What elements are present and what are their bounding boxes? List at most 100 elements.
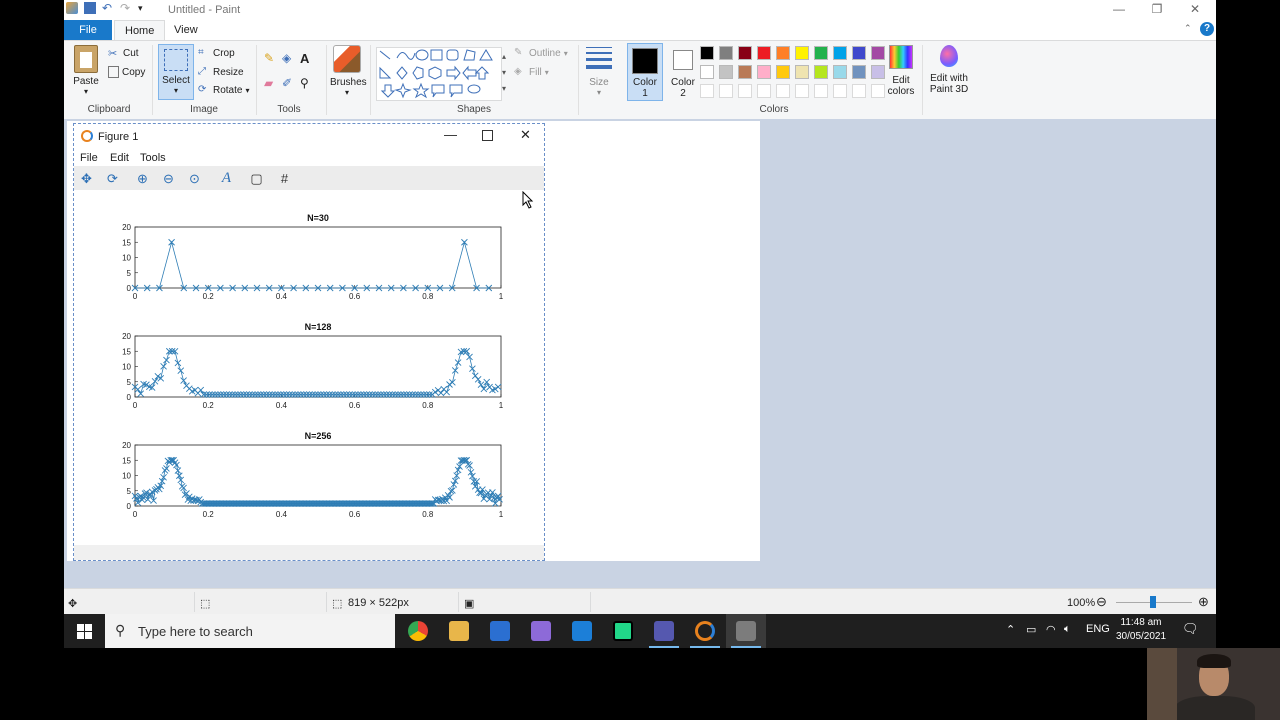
magnifier-icon[interactable]: ⚲: [300, 76, 318, 90]
pasted-figure-window[interactable]: Figure 1 — ✕ File Edit Tools ✥ ⟳ ⊕ ⊖ ⊙ A…: [73, 123, 545, 561]
palette-color-swatch[interactable]: [795, 46, 809, 60]
eraser-icon[interactable]: ▰: [264, 76, 282, 90]
shapes-gallery[interactable]: [376, 47, 502, 101]
palette-color-swatch[interactable]: [833, 46, 847, 60]
cut-button[interactable]: ✂ Cut: [108, 47, 139, 61]
palette-color-swatch[interactable]: [738, 46, 752, 60]
grid-icon[interactable]: #: [276, 170, 293, 187]
zoom-in-button[interactable]: ⊕: [1198, 594, 1209, 610]
teams-icon[interactable]: [654, 621, 674, 641]
palette-color-swatch[interactable]: [852, 46, 866, 60]
mail-icon[interactable]: [572, 621, 592, 641]
tab-file[interactable]: File: [64, 20, 112, 40]
palette-color-swatch[interactable]: [738, 65, 752, 79]
paste-button[interactable]: Paste ▾: [72, 45, 100, 96]
zoom-slider-thumb[interactable]: [1150, 596, 1156, 608]
store-icon[interactable]: [490, 621, 510, 641]
palette-custom-swatch[interactable]: [757, 84, 771, 98]
close-button[interactable]: ✕: [1176, 0, 1214, 20]
copy-button[interactable]: Copy: [108, 66, 145, 78]
palette-color-swatch[interactable]: [757, 46, 771, 60]
palette-custom-swatch[interactable]: [814, 84, 828, 98]
rotate-button[interactable]: ⟳ Rotate ▾: [198, 84, 249, 96]
figure-menu-tools[interactable]: Tools: [140, 152, 166, 164]
taskbar-clock[interactable]: 11:48 am 30/05/2021: [1116, 616, 1166, 644]
volume-icon[interactable]: 🔈︎: [1064, 623, 1071, 636]
palette-color-swatch[interactable]: [814, 46, 828, 60]
figure-menu-edit[interactable]: Edit: [110, 152, 129, 164]
figure-maximize-icon[interactable]: [482, 130, 493, 141]
palette-custom-swatch[interactable]: [719, 84, 733, 98]
show-hidden-icons[interactable]: ⌃: [1006, 623, 1015, 636]
restore-button[interactable]: ❐: [1138, 0, 1176, 20]
figure-menu-file[interactable]: File: [80, 152, 98, 164]
shapes-scroll[interactable]: ▴ ▾ ▾: [502, 49, 506, 97]
language-indicator[interactable]: ENG: [1086, 623, 1110, 635]
palette-custom-swatch[interactable]: [738, 84, 752, 98]
zoom-reset-icon[interactable]: ⊙: [186, 170, 203, 187]
brushes-button[interactable]: Brushes ▾: [330, 45, 367, 97]
battery-icon[interactable]: ▭: [1026, 623, 1036, 636]
file-explorer-icon[interactable]: [449, 621, 469, 641]
palette-color-swatch[interactable]: [776, 46, 790, 60]
color-picker-icon[interactable]: ✐: [282, 76, 300, 90]
fill-button[interactable]: ◈ Fill ▾: [514, 66, 549, 78]
pycharm-icon[interactable]: [613, 621, 633, 641]
zoom-in-icon[interactable]: ⊕: [134, 170, 151, 187]
chrome-icon[interactable]: [408, 621, 428, 641]
size-button[interactable]: Size ▾: [582, 45, 616, 97]
rotate-view-icon[interactable]: ⟳: [104, 170, 121, 187]
palette-color-swatch[interactable]: [776, 65, 790, 79]
figure-minimize-icon[interactable]: —: [444, 127, 457, 142]
palette-custom-swatch[interactable]: [795, 84, 809, 98]
fill-bucket-icon[interactable]: ◈: [282, 51, 300, 66]
palette-color-swatch[interactable]: [700, 65, 714, 79]
minimize-button[interactable]: —: [1100, 0, 1138, 20]
calculator-icon[interactable]: [531, 621, 551, 641]
outline-button[interactable]: ✎ Outline ▾: [514, 47, 568, 59]
color1-button[interactable]: Color 1: [627, 43, 663, 101]
palette-color-swatch[interactable]: [814, 65, 828, 79]
save-icon[interactable]: [84, 2, 96, 14]
palette-color-swatch[interactable]: [719, 65, 733, 79]
palette-color-swatch[interactable]: [852, 65, 866, 79]
select-button[interactable]: Select ▾: [158, 44, 194, 100]
palette-color-swatch[interactable]: [871, 46, 885, 60]
palette-color-swatch[interactable]: [757, 65, 771, 79]
wifi-icon[interactable]: ◠: [1046, 623, 1056, 636]
taskbar-search-box[interactable]: ⚲ Type here to search: [105, 614, 395, 648]
edit-colors-button[interactable]: Edit colors: [884, 45, 918, 97]
figure-close-icon[interactable]: ✕: [520, 127, 531, 143]
tab-view[interactable]: View: [164, 20, 208, 40]
palette-color-swatch[interactable]: [700, 46, 714, 60]
notifications-icon[interactable]: 🗨︎: [1182, 621, 1199, 637]
resize-button[interactable]: ⤢ Resize: [198, 66, 244, 78]
palette-custom-swatch[interactable]: [833, 84, 847, 98]
palette-color-swatch[interactable]: [795, 65, 809, 79]
customize-qat-icon[interactable]: ▾: [138, 2, 150, 14]
text-icon[interactable]: A: [300, 51, 318, 66]
zoom-out-icon[interactable]: ⊖: [160, 170, 177, 187]
crop-button[interactable]: ⌗ Crop: [198, 47, 235, 59]
insert-text-icon[interactable]: A: [218, 170, 235, 187]
tab-home[interactable]: Home: [114, 20, 166, 40]
windows-start-icon[interactable]: [77, 624, 92, 639]
redo-icon[interactable]: ↷: [120, 2, 132, 14]
zoom-out-button[interactable]: ⊖: [1096, 594, 1107, 610]
pan-icon[interactable]: ✥: [78, 170, 95, 187]
palette-color-swatch[interactable]: [719, 46, 733, 60]
palette-custom-swatch[interactable]: [776, 84, 790, 98]
collapse-ribbon-icon[interactable]: ⌃: [1184, 23, 1192, 34]
undo-icon[interactable]: ↶: [102, 2, 114, 14]
edit-with-paint3d-button[interactable]: Edit with Paint 3D: [926, 45, 972, 95]
palette-custom-swatch[interactable]: [871, 84, 885, 98]
help-icon[interactable]: ?: [1200, 22, 1214, 36]
octave-taskbar-icon[interactable]: [695, 621, 715, 641]
palette-custom-swatch[interactable]: [852, 84, 866, 98]
palette-color-swatch[interactable]: [833, 65, 847, 79]
axes-box-icon[interactable]: ▢: [248, 170, 265, 187]
palette-custom-swatch[interactable]: [700, 84, 714, 98]
color2-button[interactable]: Color 2: [666, 43, 700, 99]
palette-color-swatch[interactable]: [871, 65, 885, 79]
pencil-icon[interactable]: ✎: [264, 51, 282, 66]
